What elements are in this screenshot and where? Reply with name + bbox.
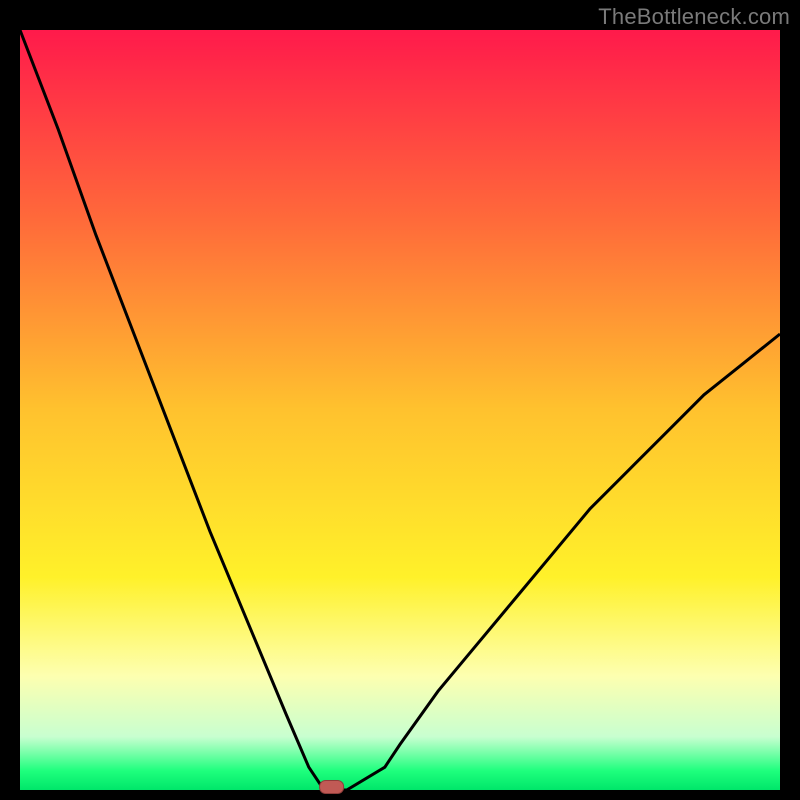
watermark-text: TheBottleneck.com: [598, 4, 790, 30]
plot-background: [20, 30, 780, 790]
bottleneck-chart: [0, 0, 800, 800]
chart-frame: TheBottleneck.com: [0, 0, 800, 800]
optimal-marker: [320, 781, 344, 794]
